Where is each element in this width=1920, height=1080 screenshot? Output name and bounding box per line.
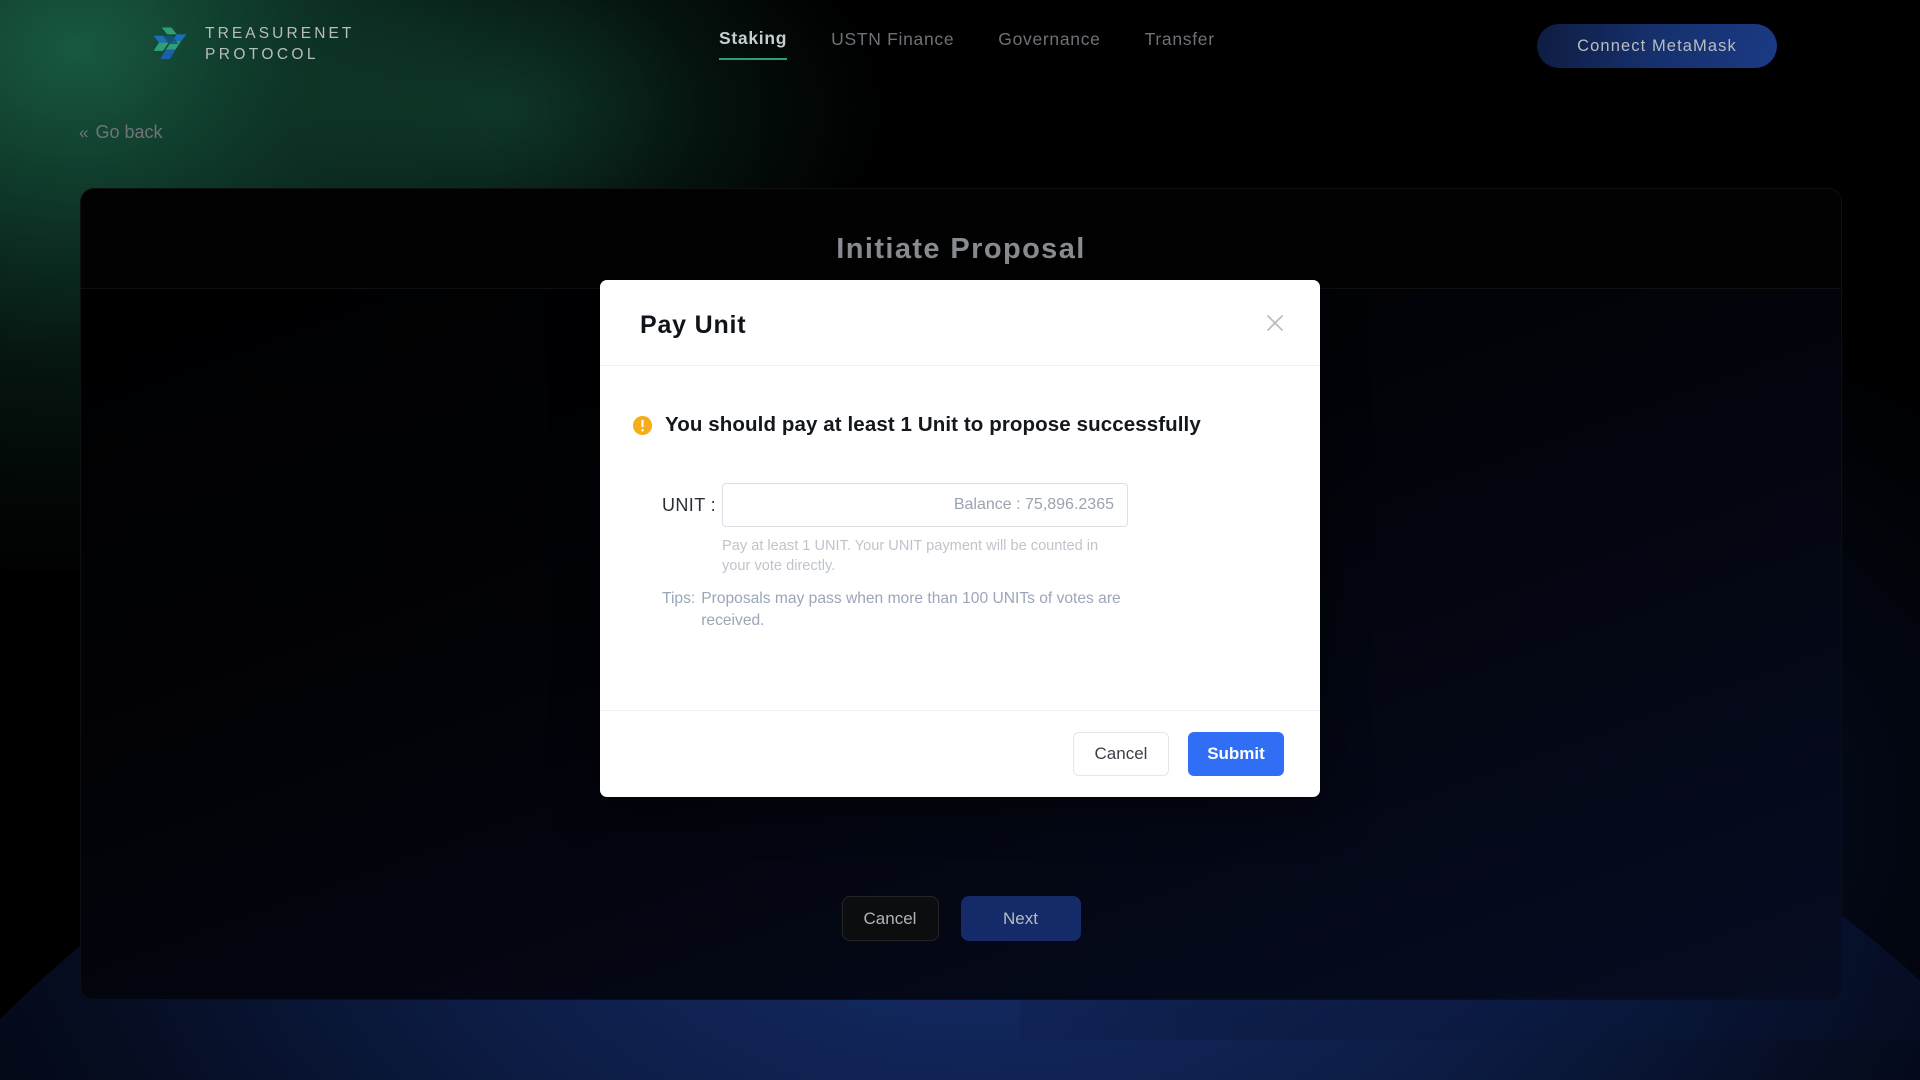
unit-input-wrapper [722, 483, 1128, 527]
modal-warning-text: You should pay at least 1 Unit to propos… [665, 413, 1201, 436]
pay-unit-modal: Pay Unit You should pay at least 1 Unit … [600, 280, 1320, 797]
main-nav: Staking USTN Finance Governance Transfer [719, 28, 1215, 60]
go-back-label: Go back [95, 122, 163, 142]
nav-item-ustn-finance[interactable]: USTN Finance [831, 29, 954, 59]
modal-header: Pay Unit [600, 280, 1320, 366]
page-title: Initiate Proposal [836, 233, 1086, 265]
nav-item-staking[interactable]: Staking [719, 28, 788, 60]
site-header: TREASURENET PROTOCOL Staking USTN Financ… [0, 0, 1920, 88]
page-next-button[interactable]: Next [960, 896, 1081, 941]
modal-submit-button[interactable]: Submit [1188, 731, 1284, 776]
modal-tips-label: Tips: [662, 590, 696, 607]
brand-line-1: TREASURENET [205, 25, 355, 42]
nav-item-transfer[interactable]: Transfer [1145, 29, 1215, 59]
go-back-link[interactable]: « Go back [79, 122, 163, 143]
modal-tips: Tips: Proposals may pass when more than … [662, 588, 1124, 632]
page-cancel-button[interactable]: Cancel [841, 896, 939, 941]
treasurenet-logo-icon [153, 27, 187, 60]
brand-logo[interactable]: TREASURENET PROTOCOL [148, 22, 355, 66]
modal-footer: Cancel Submit [600, 710, 1320, 796]
unit-field-column: Pay at least 1 UNIT. Your UNIT payment w… [722, 483, 1128, 576]
modal-cancel-button[interactable]: Cancel [1073, 731, 1169, 776]
modal-close-button[interactable] [1258, 306, 1292, 340]
unit-amount-input[interactable] [722, 483, 1128, 527]
brand-line-2: PROTOCOL [205, 45, 319, 63]
modal-tips-text: Proposals may pass when more than 100 UN… [701, 590, 1121, 630]
card-action-bar: Cancel Next [81, 896, 1841, 941]
modal-warning: You should pay at least 1 Unit to propos… [632, 413, 1201, 437]
double-chevron-left-icon: « [79, 122, 89, 142]
modal-body: You should pay at least 1 Unit to propos… [600, 366, 1320, 710]
connect-metamask-button[interactable]: Connect MetaMask [1537, 24, 1777, 68]
app-root: TREASURENET PROTOCOL Staking USTN Financ… [0, 0, 1920, 1080]
exclamation-circle-icon [632, 415, 653, 435]
close-x-icon [1267, 315, 1283, 331]
unit-field-label: UNIT : [662, 495, 717, 515]
unit-field-row: UNIT : Pay at least 1 UNIT. Your UNIT pa… [662, 483, 1128, 576]
nav-item-governance[interactable]: Governance [998, 29, 1100, 59]
brand-wordmark: TREASURENET PROTOCOL [205, 26, 355, 62]
unit-field-help-text: Pay at least 1 UNIT. Your UNIT payment w… [722, 538, 1099, 574]
modal-title: Pay Unit [640, 311, 747, 339]
